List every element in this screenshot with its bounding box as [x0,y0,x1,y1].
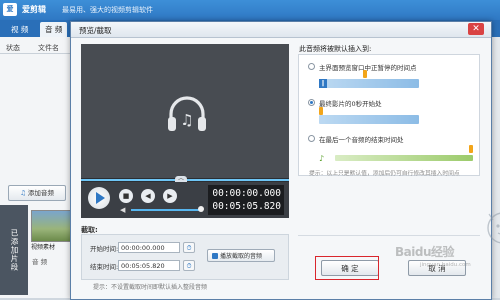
pick-start-time-button[interactable]: ⏱ [183,242,195,253]
play-button[interactable] [88,187,110,209]
end-time-input[interactable]: 00:05:05.820 [118,260,180,271]
column-status[interactable]: 状态 [6,43,20,53]
app-slogan: 最易用、强大的视频剪辑软件 [62,6,153,14]
video-thumbnail[interactable] [31,210,71,242]
footer-divider [298,235,480,236]
column-filename[interactable]: 文件名 [38,43,59,53]
insert-options-tip: 提示：以上只是默认值，添加后仍可自行修改其插入时间点 [309,171,460,177]
music-note-icon: ♫ [20,189,26,197]
marker-1-icon [363,70,367,78]
timeline-preview-2 [319,115,419,124]
stop-button[interactable]: ■ [119,189,133,203]
start-time-input[interactable]: 00:00:00.000 [118,242,180,253]
dialog-title: 预览/截取 [79,26,112,35]
option-start-of-movie-label: 最终影片的0秒开始处 [319,100,382,108]
option-end-of-last-audio-label: 在最后一个音频的结束时间处 [319,136,404,144]
svg-text:♫: ♫ [180,111,193,129]
add-audio-button[interactable]: ♫ 添加音频 [8,185,66,201]
audio-track-label: 音 频 [32,258,48,266]
audio-note-icon: ♪ [319,154,325,163]
current-time: 00:00:00.000 [212,188,281,199]
player-controls: ■ ◀ ▶ ◀ 00:00:00.000 00:05:05.820 [81,182,289,218]
thumbnail-label: 视频素材 [31,244,56,251]
trim-tip: 提示：不设置截取时间即默认插入整段音频 [93,284,208,291]
ok-highlight-annotation [315,256,379,280]
audio-list-panel: 状态 文件名 ♫ 添加音频 已添加片段 视频素材 音 频 [0,37,72,298]
play-trimmed-audio-button[interactable]: 播放截取的音频 [207,249,275,262]
headphones-icon: ♫ [168,96,206,131]
prev-frame-button[interactable]: ◀ [141,189,155,203]
watermark-url: jingyan.baidu.com [420,262,471,268]
timeline-preview-1 [319,79,419,88]
radio-start-of-movie[interactable] [308,99,315,106]
added-clips-tab[interactable]: 已添加片段 [0,205,28,295]
volume-knob[interactable] [198,206,204,212]
trim-panel: 开始时间: 00:00:00.000 ⏱ 结束时间: 00:05:05.820 … [81,234,289,280]
end-time-label: 结束时间: [90,263,119,271]
marker-2-icon [319,107,323,115]
app-logo-icon: 爱 [3,3,17,16]
add-audio-label: 添加音频 [27,189,54,197]
radio-paused-point[interactable] [308,63,315,70]
mascot-icon [487,212,500,244]
pause-icon: ‖ [319,79,327,88]
audio-preview-area: ♫ [81,44,289,178]
next-frame-button[interactable]: ▶ [163,189,177,203]
insert-position-title: 此音频将被默认插入到: [299,45,372,53]
option-paused-point-label: 主界面预览窗口中正暂停的时间点 [319,64,417,72]
dialog-titlebar: 预览/截取 ✕ [71,22,491,38]
app-titlebar: 爱 爱剪辑 最易用、强大的视频剪辑软件 [0,0,500,20]
tab-video[interactable]: 视 频 [6,22,33,37]
app-name: 爱剪辑 [22,5,46,14]
radio-end-of-last-audio[interactable] [308,135,315,142]
time-display: 00:00:00.000 00:05:05.820 [208,185,284,215]
volume-fill [131,209,201,211]
close-button[interactable]: ✕ [468,23,484,35]
pick-end-time-button[interactable]: ⏱ [183,260,195,271]
volume-icon[interactable]: ◀ [120,206,128,214]
insert-options-panel: 主界面预览窗口中正暂停的时间点 ‖ 最终影片的0秒开始处 在最后一个音频的结束时… [298,54,480,176]
start-time-label: 开始时间: [90,245,119,253]
volume-slider[interactable] [131,206,204,212]
tab-audio[interactable]: 音 频 [40,22,68,37]
total-time: 00:05:05.820 [212,201,281,212]
watermark: Baidu经验 [395,245,455,259]
marker-3-icon [469,145,473,153]
timeline-preview-3 [335,155,473,161]
list-header: 状态 文件名 [0,41,72,54]
